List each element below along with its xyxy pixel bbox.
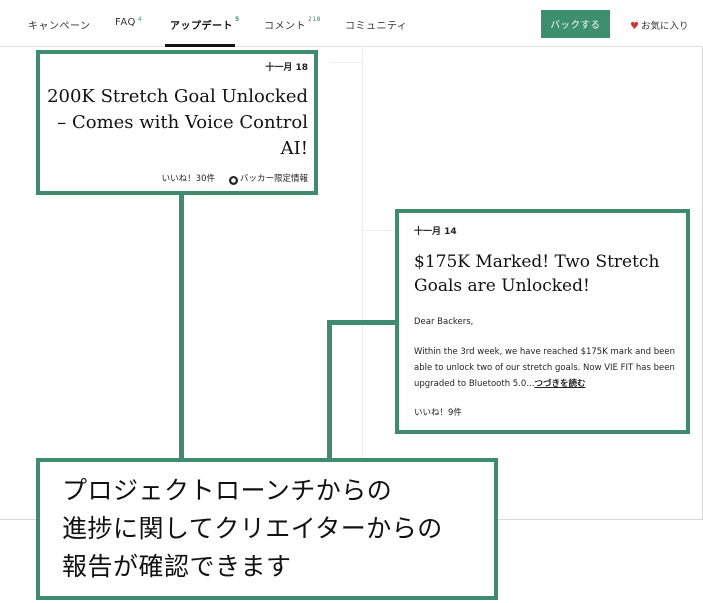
top-navbar: キャンペーン FAQ 4 アップデート5 コメント218 コミュニティ バックする… xyxy=(0,0,703,47)
backer-only-label: バッカー限定情報 xyxy=(239,174,308,184)
timeline-branch xyxy=(330,62,362,63)
timeline-line xyxy=(362,47,363,520)
timeline-branch xyxy=(362,230,398,231)
active-tab-indicator xyxy=(165,44,235,47)
update-excerpt: Within the 3rd week, we have reached $17… xyxy=(414,347,676,389)
update-title[interactable]: $175K Marked! Two Stretch Goals are Unlo… xyxy=(414,250,684,298)
update-card[interactable]: 十一月 14 $175K Marked! Two Stretch Goals a… xyxy=(395,209,690,434)
update-meta: いいね！30件 ● バッカー限定情報 xyxy=(162,172,308,185)
callout-connector xyxy=(179,195,184,458)
caption-line: 進捗に関してクリエイターからの xyxy=(62,514,443,543)
likes-count[interactable]: いいね！30件 xyxy=(162,174,215,184)
tab-comments[interactable]: コメント218 xyxy=(264,16,321,32)
tab-campaign[interactable]: キャンペーン xyxy=(28,17,91,32)
back-project-button[interactable]: バックする xyxy=(541,10,610,38)
tab-updates[interactable]: アップデート5 xyxy=(170,16,240,32)
caption-line: プロジェクトローンチからの xyxy=(62,476,393,505)
tab-community[interactable]: コミュニティ xyxy=(345,17,407,32)
favorite-button[interactable]: ♥ お気に入り xyxy=(630,18,688,32)
read-more-link[interactable]: つづきを読む xyxy=(534,379,585,389)
update-date: 十一月 14 xyxy=(414,227,457,237)
update-title[interactable]: 200K Stretch Goal Unlocked – Comes with … xyxy=(40,84,308,162)
update-date: 十一月 18 xyxy=(265,63,308,73)
tab-faq[interactable]: FAQ 4 xyxy=(115,16,143,28)
heart-icon: ♥ xyxy=(630,21,639,32)
comments-count: 218 xyxy=(308,16,321,23)
likes-count[interactable]: いいね！9件 xyxy=(414,406,462,418)
lock-icon: ● xyxy=(228,176,238,185)
callout-connector xyxy=(327,320,332,458)
callout-connector xyxy=(327,320,395,325)
faq-count: 4 xyxy=(137,16,143,23)
update-greeting: Dear Backers, xyxy=(414,317,474,327)
explanation-caption: プロジェクトローンチからの 進捗に関してクリエイターからの 報告が確認できます xyxy=(36,458,498,600)
update-card[interactable]: 十一月 18 200K Stretch Goal Unlocked – Come… xyxy=(36,50,318,195)
updates-count: 5 xyxy=(235,16,240,23)
caption-line: 報告が確認できます xyxy=(62,552,292,581)
